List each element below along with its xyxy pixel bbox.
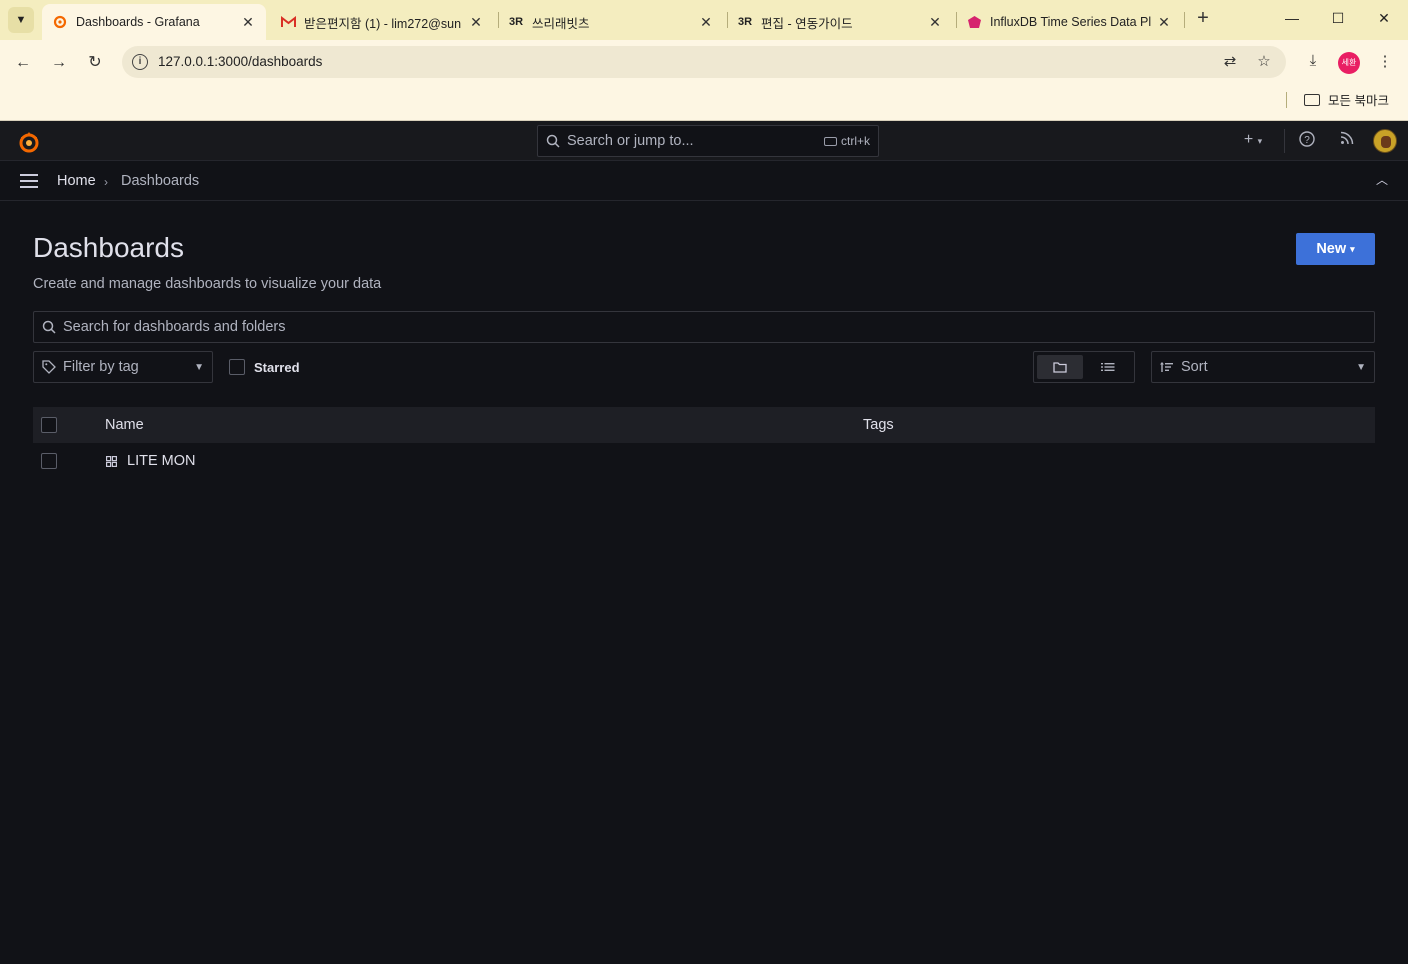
sort-icon [1160,362,1173,372]
minimize-icon[interactable]: — [1282,10,1302,30]
list-view-button[interactable] [1085,355,1131,379]
search-placeholder: Search or jump to... [567,133,694,149]
profile-avatar[interactable]: 세환 [1338,52,1360,74]
list-icon [1101,363,1115,371]
folder-icon [1053,362,1067,373]
close-icon[interactable]: ✕ [927,14,943,31]
dashboard-search-input[interactable]: Search for dashboards and folders [33,311,1375,343]
row-checkbox[interactable] [41,453,57,469]
new-button[interactable]: New ▾ [1296,233,1375,265]
news-feed-icon[interactable] [1337,131,1357,151]
window-close-icon[interactable]: ✕ [1374,10,1394,30]
grafana-logo-icon[interactable] [16,129,42,155]
keyboard-shortcut: ctrl+k [823,134,870,148]
menu-hamburger-icon[interactable] [20,174,38,188]
starred-checkbox[interactable]: Starred [229,359,300,375]
menu-kebab-icon[interactable]: ⋮ [1374,52,1396,74]
tab-strip: ▼ Dashboards - Grafana ✕ 받은편지함 (1) - lim… [0,0,1408,40]
download-icon[interactable]: ⤓ [1302,52,1324,74]
bookmarks-divider [1286,92,1287,108]
tab-3r[interactable]: 3R 쓰리래빗츠 ✕ [498,4,724,40]
url-text[interactable]: 127.0.0.1:3000/dashboards [158,54,322,69]
tab-title: 받은편지함 (1) - lim272@sun [304,16,462,31]
chevron-down-icon: ▼ [1356,361,1366,373]
new-tab-button[interactable]: + [1192,8,1214,30]
all-bookmarks-button[interactable]: 모든 북마크 [1304,90,1389,109]
chevron-up-icon[interactable]: ︿ [1374,171,1390,187]
dashboard-link[interactable]: LITE MON [127,453,195,469]
column-header-name: Name [105,417,144,433]
svg-text:?: ? [1304,135,1310,146]
column-header-tags: Tags [863,417,894,433]
bookmark-star-icon[interactable]: ☆ [1254,52,1274,72]
browser-toolbar: ← → ↻ i 127.0.0.1:3000/dashboards ⇄ ☆ ⤓ … [0,40,1408,86]
browser-chrome: ▼ Dashboards - Grafana ✕ 받은편지함 (1) - lim… [0,0,1408,121]
global-search-input[interactable]: Search or jump to... ctrl+k [537,125,879,157]
topbar-divider [1284,129,1285,153]
tab-search-button[interactable]: ▼ [8,7,34,33]
search-icon [546,134,560,148]
grafana-app: Search or jump to... ctrl+k + ▾ ? Home ›… [0,121,1408,964]
bookmarks-bar: 모든 북마크 [0,86,1408,120]
tag-icon [42,360,56,374]
close-icon[interactable]: ✕ [698,14,714,31]
reload-icon[interactable]: ↻ [83,51,107,75]
add-new-button[interactable]: + ▾ [1238,131,1268,151]
chevron-down-icon: ▾ [1350,243,1355,254]
forward-icon[interactable]: → [47,51,71,75]
sort-label: Sort [1181,359,1208,375]
gmail-icon [280,14,296,30]
tab-3r-guide[interactable]: 3R 편집 - 연동가이드 ✕ [727,4,953,40]
page-subtitle: Create and manage dashboards to visualiz… [33,276,382,292]
filter-by-tag-label: Filter by tag [63,359,139,375]
tab-influxdb[interactable]: InfluxDB Time Series Data Pl ✕ [956,4,1182,40]
shortcut-label: ctrl+k [840,134,870,148]
breadcrumb-bar: Home › Dashboards ︿ [0,161,1408,201]
influxdb-icon [966,14,982,30]
dashboard-grid-icon [106,456,117,467]
tab-grafana[interactable]: Dashboards - Grafana ✕ [42,4,266,40]
page-title: Dashboards [33,232,184,263]
close-icon[interactable]: ✕ [468,14,484,31]
dashboard-search-placeholder: Search for dashboards and folders [63,319,286,335]
sort-select[interactable]: Sort ▼ [1151,351,1375,383]
help-icon[interactable]: ? [1297,131,1317,151]
chevron-down-icon: ▼ [194,361,204,373]
translate-icon[interactable]: ⇄ [1220,52,1240,72]
search-icon [42,320,56,334]
select-all-checkbox[interactable] [41,417,57,433]
all-bookmarks-label: 모든 북마크 [1328,94,1389,108]
folder-view-button[interactable] [1037,355,1083,379]
table-row[interactable]: LITE MON [33,443,1375,479]
site-info-icon[interactable]: i [132,54,148,70]
close-icon[interactable]: ✕ [1156,14,1172,31]
keyboard-icon [823,136,837,146]
maximize-icon[interactable]: ☐ [1328,10,1348,30]
user-avatar[interactable] [1373,129,1397,153]
folder-icon [1304,93,1320,106]
tab-title: 쓰리래빗츠 [532,16,590,31]
filter-by-tag-select[interactable]: Filter by tag ▼ [33,351,213,383]
breadcrumb-current: Dashboards [121,173,200,189]
top-nav: Search or jump to... ctrl+k + ▾ ? [0,121,1408,161]
grafana-icon [52,14,68,30]
address-bar[interactable]: i 127.0.0.1:3000/dashboards ⇄ ☆ [122,46,1286,78]
tab-title: 편집 - 연동가이드 [761,16,853,31]
chevron-right-icon: › [104,175,108,189]
tab-divider [1184,12,1185,28]
checkbox[interactable] [229,359,245,375]
3r-icon: 3R [508,16,524,28]
tab-title: InfluxDB Time Series Data Pl [990,15,1152,29]
tab-title: Dashboards - Grafana [76,15,200,29]
3r-icon: 3R [737,16,753,28]
view-toggle [1033,351,1135,383]
starred-label: Starred [254,359,300,375]
tab-gmail[interactable]: 받은편지함 (1) - lim272@sun ✕ [270,4,494,40]
breadcrumb-home[interactable]: Home [57,173,96,189]
back-icon[interactable]: ← [11,51,35,75]
new-button-label: New [1316,241,1347,257]
close-icon[interactable]: ✕ [240,14,256,31]
table-header: Name Tags [33,407,1375,443]
